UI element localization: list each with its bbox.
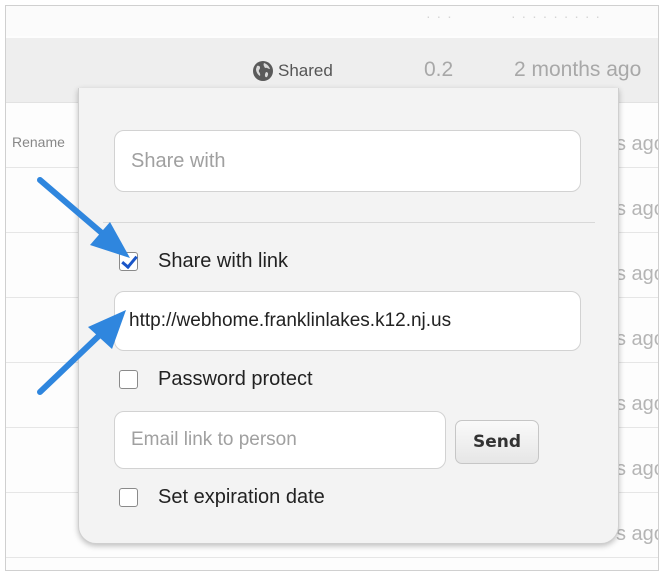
share-with-input[interactable] <box>114 130 581 192</box>
row-age: s ago <box>616 198 658 220</box>
rename-action[interactable]: Rename <box>12 134 65 150</box>
row-age: s ago <box>616 133 658 155</box>
row-age: s ago <box>616 328 658 350</box>
password-protect-checkbox[interactable] <box>119 370 138 389</box>
file-modified: 2 months ago <box>514 58 642 81</box>
share-with-link-label: Share with link <box>158 250 289 272</box>
row-age: s ago <box>616 523 658 545</box>
top-strip: · · · · · · · · · · · · <box>6 6 658 36</box>
share-with-link-option[interactable]: Share with link <box>119 250 288 273</box>
row-age: s ago <box>616 393 658 415</box>
send-button[interactable]: Send <box>455 420 539 464</box>
share-with-link-checkbox[interactable] <box>119 252 138 271</box>
file-version: 0.2 <box>424 58 454 81</box>
globe-icon <box>253 61 273 81</box>
expiration-date-label: Set expiration date <box>158 486 325 508</box>
email-link-input[interactable] <box>114 411 446 469</box>
expiration-date-option[interactable]: Set expiration date <box>119 486 325 509</box>
share-link-url-field[interactable] <box>114 291 581 351</box>
top-faint-text-right: · · · · · · · · · <box>511 8 602 24</box>
top-faint-text-left: · · · <box>426 8 453 24</box>
shared-status[interactable]: Shared <box>252 60 333 82</box>
shared-label: Shared <box>278 61 333 80</box>
popup-divider <box>103 222 595 223</box>
share-popup: Share with link Password protect Send Se… <box>78 88 619 544</box>
row-age: s ago <box>616 458 658 480</box>
row-age: s ago <box>616 263 658 285</box>
expiration-date-checkbox[interactable] <box>119 488 138 507</box>
password-protect-option[interactable]: Password protect <box>119 368 313 391</box>
password-protect-label: Password protect <box>158 368 313 390</box>
